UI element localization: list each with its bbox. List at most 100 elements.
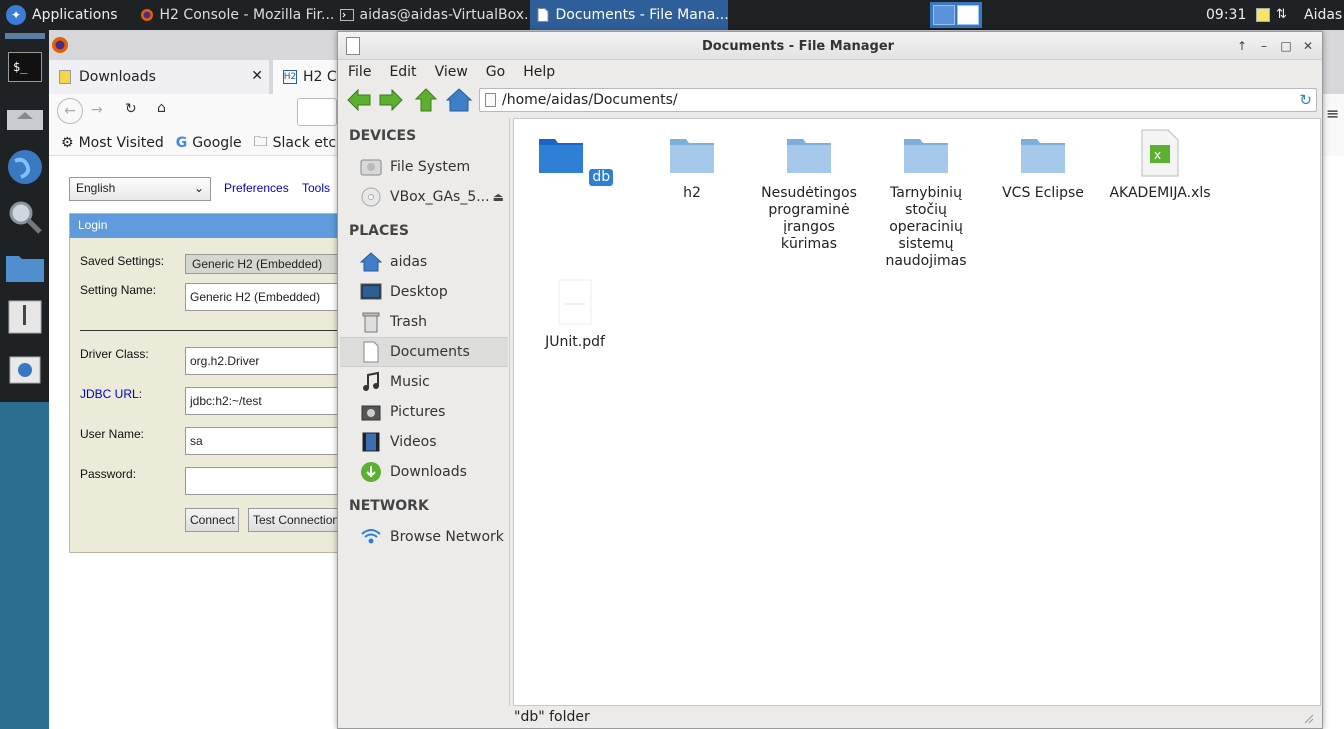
usb-drive-icon xyxy=(8,300,41,334)
terminal-icon xyxy=(339,9,354,21)
bookmark-slack[interactable]: 🗀 Slack etc. xyxy=(254,131,341,155)
reload-icon[interactable]: ↻ xyxy=(125,101,137,117)
tab-label: H2 C xyxy=(303,69,337,85)
sidebar-item-label: aidas xyxy=(390,254,428,270)
folder-icon: 🗀 xyxy=(253,133,268,150)
taskbar-item-terminal[interactable]: aidas@aidas-VirtualBox... xyxy=(334,0,530,30)
menu-file[interactable]: File xyxy=(348,64,371,80)
hard-drive-icon xyxy=(360,156,382,178)
shade-icon[interactable]: ↑ xyxy=(1234,38,1250,54)
language-select[interactable]: English ⌄ xyxy=(69,177,211,201)
file-label: Nesudėtingos programinė įrangos kūrimas xyxy=(761,185,857,252)
back-arrow-icon[interactable] xyxy=(346,87,372,113)
file-label: db xyxy=(589,169,614,186)
hamburger-menu-icon[interactable]: ≡ xyxy=(1326,104,1339,123)
file-item-vcs-eclipse[interactable]: VCS Eclipse xyxy=(988,129,1098,202)
url-bar[interactable] xyxy=(297,98,337,126)
tools-link[interactable]: Tools xyxy=(302,181,330,195)
firefox-menu-area: ≡ xyxy=(1322,94,1344,156)
sidebar-item-browse-network[interactable]: Browse Network xyxy=(340,522,508,552)
jdbc-url-link[interactable]: JDBC URL: xyxy=(80,387,142,401)
sidebar-item-music[interactable]: Music xyxy=(340,367,508,397)
maximize-icon[interactable]: □ xyxy=(1278,38,1294,54)
toolbar: /home/aidas/Documents/ ↻ xyxy=(338,84,1322,116)
h2-icon: H2 xyxy=(283,70,297,84)
file-manager-titlebar[interactable]: Documents - File Manager ↑ – □ ✕ xyxy=(338,32,1322,60)
connect-button[interactable]: Connect xyxy=(185,508,239,532)
dock-store[interactable] xyxy=(0,342,49,392)
tab-downloads[interactable]: Downloads ✕ xyxy=(49,60,269,94)
up-arrow-icon[interactable] xyxy=(413,87,439,113)
user-name-label: User Name: xyxy=(80,427,145,441)
menu-go[interactable]: Go xyxy=(486,64,505,80)
applications-menu[interactable]: ✦ Applications xyxy=(0,0,124,30)
sidebar-item-trash[interactable]: Trash xyxy=(340,307,508,337)
dock-browser[interactable] xyxy=(0,142,49,192)
dock-terminal[interactable]: $_ xyxy=(0,42,49,92)
sidebar-item-label: Documents xyxy=(390,344,470,360)
sidebar-item-label: Pictures xyxy=(390,404,446,420)
sidebar-item-pictures[interactable]: Pictures xyxy=(340,397,508,427)
user-menu[interactable]: Aidas xyxy=(1304,0,1342,30)
network-status-icon[interactable]: ⇅ xyxy=(1276,7,1287,22)
sidebar-item-videos[interactable]: Videos xyxy=(340,427,508,457)
store-bag-icon xyxy=(9,356,40,384)
sidebar: DEVICES File System VBox_GAs_5... ⏏ PLAC… xyxy=(340,118,510,706)
file-item-akademija[interactable]: x AKADEMIJA.xls xyxy=(1105,129,1215,202)
preferences-link[interactable]: Preferences xyxy=(224,181,289,195)
sidebar-item-documents[interactable]: Documents xyxy=(340,337,508,367)
taskbar-item-file-manager[interactable]: Documents - File Mana... xyxy=(529,0,728,30)
workspace-pager[interactable] xyxy=(930,2,982,28)
reload-icon[interactable]: ↻ xyxy=(1299,91,1312,109)
saved-settings-label: Saved Settings: xyxy=(80,254,165,268)
folder-icon xyxy=(904,139,948,173)
dock-usb[interactable] xyxy=(0,292,49,342)
file-item-junit-pdf[interactable]: JUnit.pdf xyxy=(520,278,630,351)
menu-edit[interactable]: Edit xyxy=(389,64,416,80)
folder-open-icon xyxy=(538,139,583,173)
spreadsheet-icon: x xyxy=(1141,129,1179,177)
sidebar-item-downloads[interactable]: Downloads xyxy=(340,457,508,487)
close-icon[interactable]: ✕ xyxy=(1300,38,1316,54)
bookmark-most-visited[interactable]: ⚙ Most Visited xyxy=(61,135,164,151)
file-item-nesudetingos[interactable]: Nesudėtingos programinė įrangos kūrimas xyxy=(754,129,864,253)
sidebar-item-vbox-cdrom[interactable]: VBox_GAs_5... ⏏ xyxy=(340,182,508,212)
back-icon[interactable]: ← xyxy=(57,98,83,124)
home-icon[interactable]: ⌂ xyxy=(157,100,166,116)
sidebar-item-label: Trash xyxy=(390,314,427,330)
taskbar-item-firefox[interactable]: H2 Console - Mozilla Fir... xyxy=(134,0,334,30)
workspace-1[interactable] xyxy=(933,5,955,25)
forward-arrow-icon[interactable] xyxy=(378,87,404,113)
home-icon[interactable] xyxy=(446,87,472,113)
login-header: Login xyxy=(70,214,368,238)
page-icon xyxy=(485,93,496,107)
menu-view[interactable]: View xyxy=(435,64,468,80)
resize-grip-icon[interactable] xyxy=(1304,714,1314,724)
sidebar-heading-devices: DEVICES xyxy=(349,128,417,144)
notes-icon[interactable] xyxy=(1256,7,1270,22)
close-icon[interactable]: ✕ xyxy=(251,68,263,84)
forward-icon[interactable]: → xyxy=(91,102,103,118)
location-bar[interactable]: /home/aidas/Documents/ ↻ xyxy=(479,88,1317,112)
file-label: Tarnybinių stočių operacinių sistemų nau… xyxy=(885,185,967,269)
downloads-icon xyxy=(360,461,382,483)
location-path: /home/aidas/Documents/ xyxy=(502,92,678,108)
file-item-db[interactable]: db xyxy=(520,129,630,186)
file-item-h2[interactable]: h2 xyxy=(637,129,747,202)
dock-files[interactable] xyxy=(0,242,49,292)
dock-home[interactable] xyxy=(0,92,49,142)
sidebar-item-aidas[interactable]: aidas xyxy=(340,247,508,277)
minimize-icon[interactable]: – xyxy=(1256,38,1272,54)
file-item-tarnybiniu[interactable]: Tarnybinių stočių operacinių sistemų nau… xyxy=(871,129,981,270)
eject-icon[interactable]: ⏏ xyxy=(493,190,504,204)
terminal-icon: $_ xyxy=(7,52,42,82)
menu-help[interactable]: Help xyxy=(523,64,555,80)
clock[interactable]: 09:31 xyxy=(1206,0,1246,30)
sidebar-item-file-system[interactable]: File System xyxy=(340,152,508,182)
applications-label: Applications xyxy=(32,7,118,23)
sidebar-item-desktop[interactable]: Desktop xyxy=(340,277,508,307)
workspace-2[interactable] xyxy=(957,5,979,25)
bookmark-google[interactable]: G Google xyxy=(176,135,242,151)
dock-search[interactable] xyxy=(0,192,49,242)
bookmark-label: Google xyxy=(192,134,242,151)
